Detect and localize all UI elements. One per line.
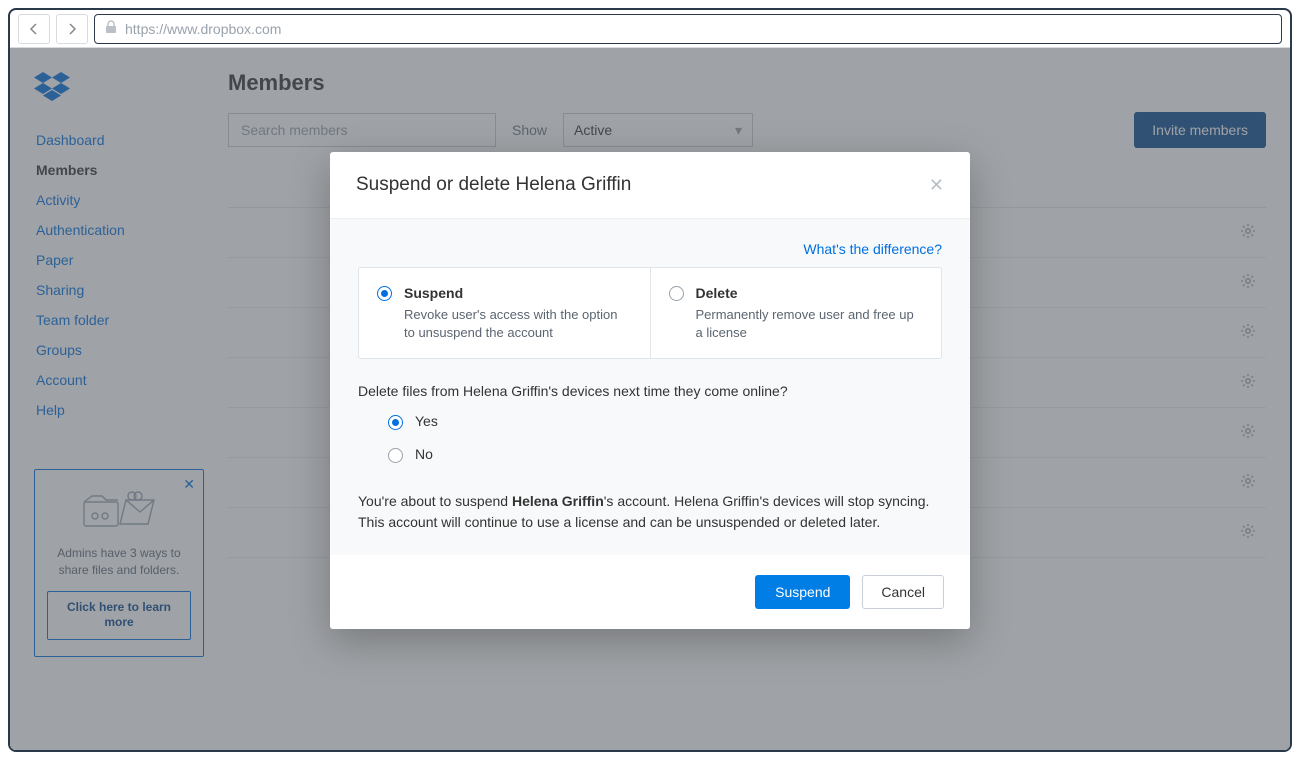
- radio-icon: [388, 448, 403, 463]
- option-suspend[interactable]: Suspend Revoke user's access with the op…: [359, 268, 650, 358]
- lock-icon: [105, 20, 117, 37]
- suspend-button[interactable]: Suspend: [755, 575, 850, 609]
- option-delete-title: Delete: [696, 284, 924, 304]
- browser-frame: https://www.dropbox.com Dashboard Member…: [8, 8, 1292, 752]
- whats-the-difference-link[interactable]: What's the difference?: [803, 241, 942, 257]
- browser-toolbar: https://www.dropbox.com: [10, 10, 1290, 48]
- address-bar[interactable]: https://www.dropbox.com: [94, 14, 1282, 44]
- delete-files-no[interactable]: No: [388, 446, 942, 463]
- modal-header: Suspend or delete Helena Griffin ✕: [330, 152, 970, 219]
- close-icon[interactable]: ✕: [929, 175, 944, 196]
- viewport: Dashboard Members Activity Authenticatio…: [10, 48, 1290, 750]
- modal-overlay[interactable]: Suspend or delete Helena Griffin ✕ What'…: [10, 48, 1290, 750]
- delete-files-yes[interactable]: Yes: [388, 413, 942, 430]
- radio-icon: [388, 415, 403, 430]
- option-suspend-desc: Revoke user's access with the option to …: [404, 307, 617, 340]
- option-delete-desc: Permanently remove user and free up a li…: [696, 307, 914, 340]
- confirmation-text: You're about to suspend Helena Griffin's…: [358, 491, 942, 555]
- url-text: https://www.dropbox.com: [125, 21, 281, 37]
- radio-icon: [377, 286, 392, 301]
- option-delete[interactable]: Delete Permanently remove user and free …: [650, 268, 942, 358]
- option-suspend-title: Suspend: [404, 284, 632, 304]
- modal-footer: Suspend Cancel: [330, 555, 970, 629]
- delete-files-question: Delete files from Helena Griffin's devic…: [358, 383, 942, 399]
- modal-title: Suspend or delete Helena Griffin: [356, 174, 631, 196]
- action-option-group: Suspend Revoke user's access with the op…: [358, 267, 942, 359]
- suspend-delete-modal: Suspend or delete Helena Griffin ✕ What'…: [330, 152, 970, 629]
- forward-button[interactable]: [56, 14, 88, 44]
- cancel-button[interactable]: Cancel: [862, 575, 944, 609]
- radio-icon: [669, 286, 684, 301]
- back-button[interactable]: [18, 14, 50, 44]
